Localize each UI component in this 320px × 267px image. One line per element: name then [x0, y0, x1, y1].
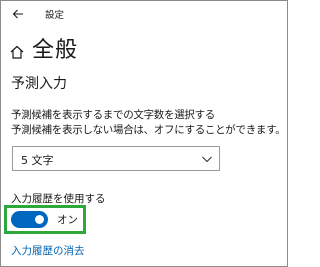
title-bar: 設定	[1, 1, 287, 27]
description-line-1: 予測候補を表示するまでの文字数を選択する	[11, 109, 215, 121]
clear-input-history-link[interactable]: 入力履歴の消去	[11, 243, 85, 258]
back-button[interactable]	[5, 3, 31, 25]
settings-window: 設定 全般 予測入力 予測候補を表示するまでの文字数を選択する 予測候補を表示し…	[0, 0, 288, 267]
home-icon	[10, 45, 24, 59]
page-header: 全般	[9, 37, 78, 65]
section-title-prediction: 予測入力	[11, 76, 67, 92]
character-count-dropdown[interactable]: 5 文字	[12, 146, 220, 171]
page-title: 全般	[32, 38, 79, 63]
prediction-description: 予測候補を表示するまでの文字数を選択する 予測候補を表示しない場合は、オフにする…	[11, 108, 286, 138]
input-history-toggle-row: オン	[11, 210, 78, 228]
toggle-state-label: オン	[57, 213, 78, 226]
input-history-label: 入力履歴を使用する	[11, 193, 106, 205]
dropdown-selected-value: 5 文字	[21, 154, 54, 167]
input-history-toggle[interactable]	[11, 210, 48, 228]
description-line-2: 予測候補を表示しない場合は、オフにすることができます。	[11, 124, 286, 136]
back-arrow-icon	[12, 9, 23, 19]
chevron-down-icon	[202, 156, 212, 163]
window-title: 設定	[45, 10, 65, 21]
toggle-knob	[35, 214, 44, 224]
